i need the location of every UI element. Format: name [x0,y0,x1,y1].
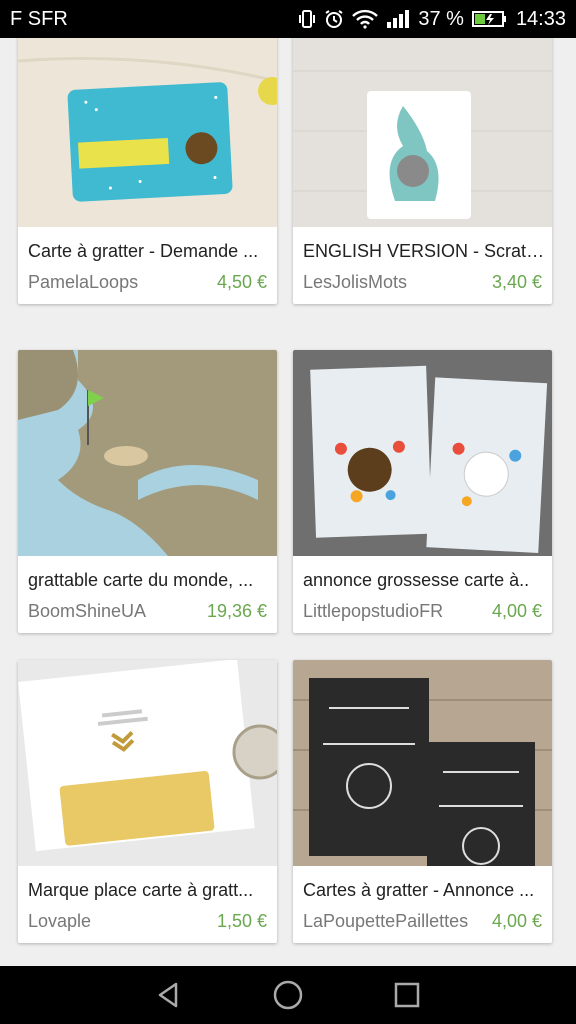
back-icon [159,982,178,1008]
shop-name[interactable]: LaPoupettePaillettes [303,911,468,932]
recents-button[interactable] [387,975,427,1015]
listing-price: 4,50 € [216,272,267,292]
listing-title[interactable]: Carte à gratter - Demande ... [28,241,270,262]
listing-price: 1,50 € [216,911,267,931]
listing-image[interactable] [18,660,277,866]
back-button[interactable] [149,975,189,1015]
carrier-label: F SFR [10,7,68,30]
listing-feed[interactable]: Carte à gratter - Demande ... PamelaLoop… [0,38,576,966]
listing-image[interactable] [293,350,552,556]
listing-card[interactable]: Marque place carte à gratt... Lovaple 1,… [18,660,277,943]
listing-title[interactable]: Marque place carte à gratt... [28,880,270,901]
listing-price: 3,40 € [491,272,542,292]
recents-icon [394,982,419,1008]
listing-price: 4,00 € [491,911,542,931]
listing-image[interactable] [18,38,277,227]
vibrate-icon [298,9,316,29]
battery-icon [471,9,508,29]
listing-card[interactable]: Cartes à gratter - Annonce ... LaPoupett… [293,660,552,943]
shop-name[interactable]: LittlepopstudioFR [303,601,443,622]
wifi-icon [352,9,379,29]
listing-price: 19,36 € [206,601,267,621]
listing-title[interactable]: grattable carte du monde, ... [28,570,270,591]
status-icons: 37 % 14:33 [298,8,566,31]
home-icon [273,980,303,1010]
alarm-icon [324,9,344,29]
navigation-bar [0,966,576,1024]
listing-price: 4,00 € [491,601,542,621]
clock: 14:33 [515,7,566,30]
shop-name[interactable]: LesJolisMots [303,272,407,293]
shop-name[interactable]: BoomShineUA [28,601,146,622]
shop-name[interactable]: PamelaLoops [28,272,138,293]
listing-card[interactable]: annonce grossesse carte à.. Littlepopstu… [293,350,552,633]
shop-name[interactable]: Lovaple [28,911,91,932]
listing-card[interactable]: ENGLISH VERSION - Scratc.. LesJolisMots … [293,38,552,304]
status-bar: F SFR 37 % 14:33 [0,0,576,38]
listing-title[interactable]: Cartes à gratter - Annonce ... [303,880,545,901]
listing-card[interactable]: Carte à gratter - Demande ... PamelaLoop… [18,38,277,304]
home-button[interactable] [268,975,308,1015]
listing-image[interactable] [293,660,552,866]
listing-image[interactable] [293,38,552,227]
listing-card[interactable]: grattable carte du monde, ... BoomShineU… [18,350,277,633]
battery-percent: 37 % [418,7,464,30]
listing-image[interactable] [18,350,277,556]
listing-title[interactable]: annonce grossesse carte à.. [303,570,545,591]
signal-icon [386,9,410,29]
listing-title[interactable]: ENGLISH VERSION - Scratc.. [303,241,545,262]
